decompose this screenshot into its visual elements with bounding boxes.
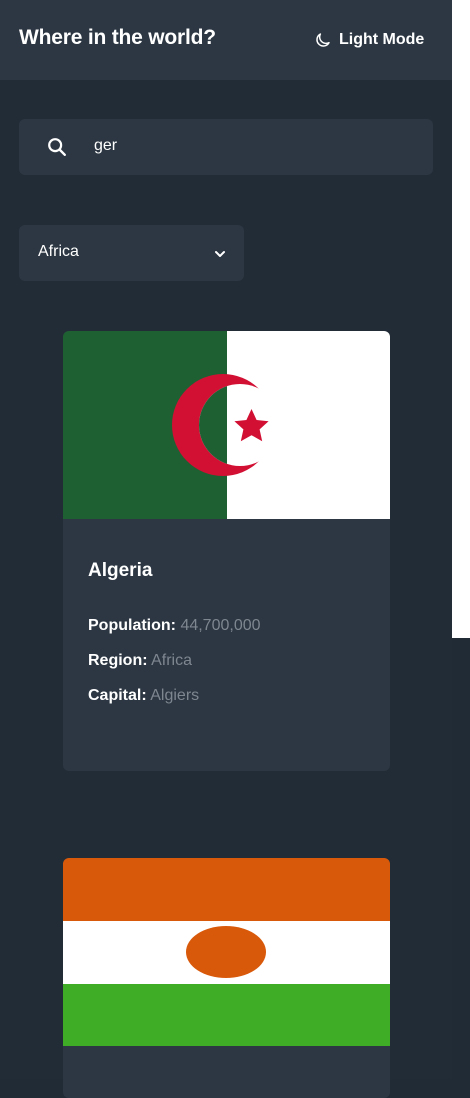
niger-flag	[63, 858, 390, 1046]
search-icon	[48, 138, 66, 156]
country-name: Algeria	[88, 560, 153, 581]
region-value: Africa	[151, 652, 193, 669]
app-title: Where in the world?	[19, 26, 216, 49]
population-value: 44,700,000	[180, 617, 261, 634]
theme-toggle-button[interactable]: Light Mode	[314, 31, 424, 49]
app-header: Where in the world? Light Mode	[0, 0, 452, 80]
chevron-down-icon	[215, 251, 225, 257]
capital-row: Capital: Algiers	[88, 687, 199, 705]
page-background-strip	[452, 0, 470, 638]
population-row: Population: 44,700,000	[88, 617, 261, 635]
algeria-flag	[63, 331, 390, 519]
region-filter-dropdown[interactable]: Africa	[19, 225, 244, 281]
capital-value: Algiers	[150, 687, 200, 704]
country-card-niger[interactable]	[63, 858, 390, 1098]
region-row: Region: Africa	[88, 652, 192, 670]
moon-icon	[316, 33, 330, 47]
population-label: Population:	[88, 617, 176, 634]
search-field[interactable]: ger	[19, 119, 433, 175]
region-label: Region:	[88, 652, 148, 669]
region-filter-value: Africa	[38, 243, 79, 260]
capital-label: Capital:	[88, 687, 147, 704]
country-card-algeria[interactable]: Algeria Population: 44,700,000 Region: A…	[63, 331, 390, 771]
theme-toggle-label: Light Mode	[339, 31, 425, 48]
page: Where in the world? Light Mode ger Afric…	[0, 0, 452, 1098]
search-input[interactable]: ger	[94, 137, 117, 155]
